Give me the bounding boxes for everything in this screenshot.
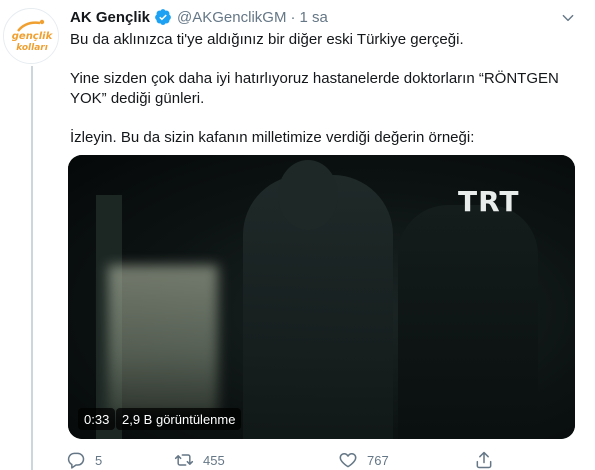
avatar-text-top: gençlik [12, 31, 54, 42]
video-scene-person [398, 205, 538, 439]
share-icon [476, 451, 492, 469]
retweet-count: 455 [203, 452, 225, 468]
reply-icon [67, 452, 85, 469]
avatar-column: gençlik kolları [0, 0, 68, 470]
tweet[interactable]: gençlik kolları AK Gençlik @AKGenclikGM … [0, 0, 595, 470]
tweet-header: AK Gençlik @AKGenclikGM · 1 sa [70, 6, 328, 28]
video-duration: 0:33 [78, 408, 116, 430]
share-button[interactable] [474, 450, 494, 470]
video-scene-person-head [278, 160, 338, 230]
thread-line [31, 66, 33, 470]
reply-count: 5 [95, 452, 103, 468]
like-count: 767 [367, 452, 389, 468]
like-button[interactable]: 767 [338, 450, 389, 470]
verified-badge-icon [154, 8, 172, 26]
avatar-text-bottom: kolları [16, 43, 48, 53]
retweet-button[interactable]: 455 [174, 450, 225, 470]
author-name[interactable]: AK Gençlik [70, 9, 150, 26]
chevron-down-icon[interactable] [558, 8, 578, 28]
tweet-actions: 5 455 767 [66, 450, 496, 470]
video-player[interactable]: TRT 0:33 2,9 B görüntülenme [68, 155, 575, 439]
author-handle[interactable]: @AKGenclikGM [177, 9, 286, 26]
tweet-text-paragraph: İzleyin. Bu da sizin kafanın milletimize… [70, 129, 475, 146]
tweet-text-paragraph: Yine sizden çok daha iyi hatırlıyoruz ha… [70, 70, 559, 107]
header-separator: · [290, 8, 296, 26]
video-scene-light [108, 265, 218, 415]
heart-icon [339, 453, 357, 468]
tweet-timestamp[interactable]: 1 sa [299, 9, 327, 26]
avatar-logo-icon: gençlik kolları [4, 9, 58, 63]
retweet-icon [174, 454, 194, 466]
trt-watermark: TRT [458, 185, 520, 218]
reply-button[interactable]: 5 [66, 450, 102, 470]
avatar[interactable]: gençlik kolları [3, 8, 59, 64]
tweet-text-paragraph: Bu da aklınızca ti'ye aldığınız bir diğe… [70, 31, 464, 48]
video-view-count: 2,9 B görüntülenme [116, 408, 242, 430]
